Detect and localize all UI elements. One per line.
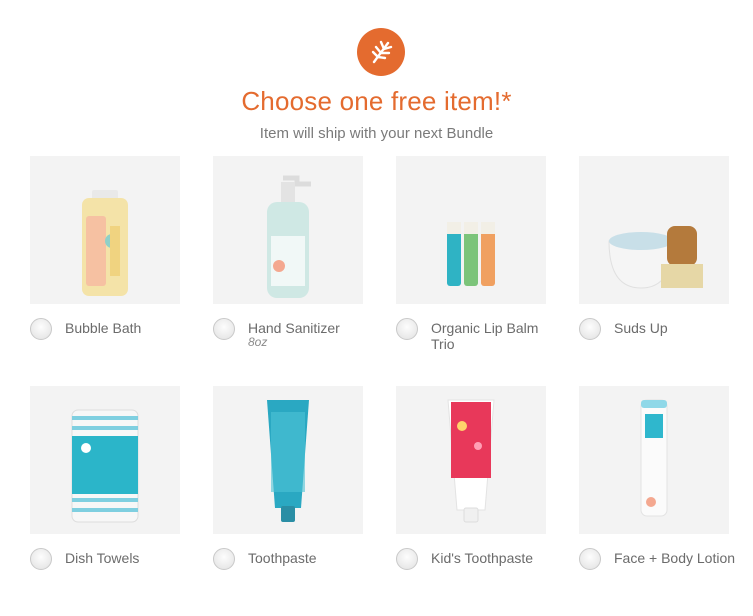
product-label: Toothpaste [248,550,373,566]
product-name: Suds Up [614,320,668,336]
product-name: Bubble Bath [65,320,142,336]
product-image [396,156,546,304]
product-label: Kid's Toothpaste [431,550,556,566]
product-name: Kid's Toothpaste [431,550,534,566]
product-image [579,156,729,304]
product-image [396,386,546,534]
page-title: Choose one free item!* [241,86,512,116]
radio-button[interactable] [213,548,235,570]
product-option[interactable]: Toothpaste [213,386,363,616]
product-label: Face + Body Lotion [614,550,739,566]
radio-button[interactable] [30,318,52,340]
product-label: Bubble Bath [65,320,190,336]
product-option[interactable]: Bubble Bath [30,156,180,386]
radio-button[interactable] [579,548,601,570]
radio-button[interactable] [396,318,418,340]
product-subtext: 8oz [248,335,268,349]
product-image [30,386,180,534]
radio-button[interactable] [30,548,52,570]
product-image [213,156,363,304]
product-label: Organic Lip Balm Trio [431,320,556,352]
product-name: Face + Body Lotion [614,550,736,566]
radio-button[interactable] [396,548,418,570]
product-image [213,386,363,534]
page-subtitle: Item will ship with your next Bundle [259,125,494,142]
product-label: Suds Up [614,320,739,336]
product-option[interactable]: Organic Lip Balm Trio [396,156,546,386]
product-option[interactable]: Dish Towels [30,386,180,616]
product-option[interactable]: Kid's Toothpaste [396,386,546,616]
product-label: Dish Towels [65,550,190,566]
product-name: Hand Sanitizer [248,320,340,336]
product-image [30,156,180,304]
product-grid: Bubble Bath Hand Sanitizer 8oz Organic L… [30,156,746,596]
product-option[interactable]: Hand Sanitizer 8oz [213,156,363,386]
product-name: Organic Lip Balm Trio [431,320,539,352]
product-option[interactable]: Face + Body Lotion [579,386,735,616]
radio-button[interactable] [213,318,235,340]
product-label: Hand Sanitizer 8oz [248,320,373,349]
radio-button[interactable] [579,318,601,340]
leaf-icon [371,40,393,64]
product-name: Toothpaste [248,550,317,566]
product-image [579,386,729,534]
brand-logo [357,28,405,76]
product-name: Dish Towels [65,550,140,566]
product-option[interactable]: Suds Up [579,156,729,386]
